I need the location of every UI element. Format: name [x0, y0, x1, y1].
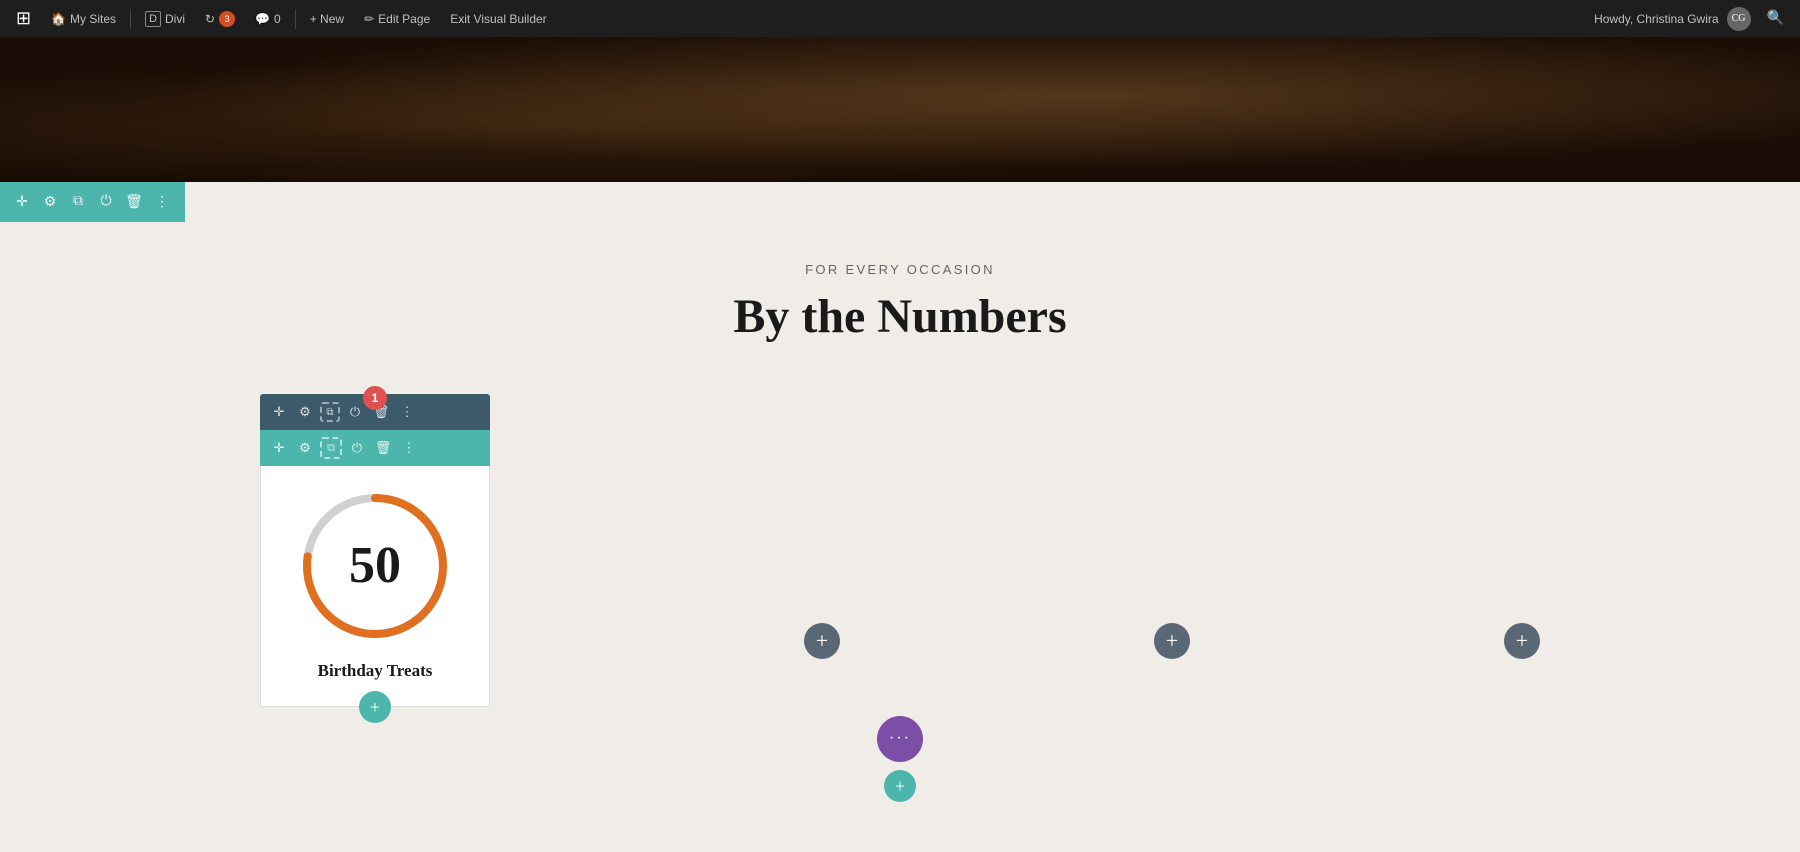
- section-more-icon[interactable]: ⋮: [150, 190, 174, 214]
- search-icon[interactable]: 🔍: [1759, 10, 1792, 27]
- module-disable-icon[interactable]: ⏻: [346, 437, 368, 459]
- wp-logo[interactable]: ⊞: [8, 0, 39, 37]
- module-more-icon[interactable]: ⋮: [398, 437, 420, 459]
- row-move-icon[interactable]: ✛: [268, 401, 290, 423]
- divi-menu[interactable]: D Divi: [137, 0, 193, 37]
- dots-icon: ···: [889, 730, 911, 748]
- wp-icon: ⊞: [16, 8, 31, 29]
- bottom-buttons: ··· +: [877, 716, 923, 802]
- hero-image: [0, 37, 1800, 182]
- circle-chart: 50: [295, 486, 455, 646]
- module-delete-icon[interactable]: 🗑: [372, 437, 394, 459]
- section-label: FOR EVERY OCCASION: [20, 262, 1780, 277]
- row-more-icon[interactable]: ⋮: [396, 401, 418, 423]
- section-title: By the Numbers: [20, 289, 1780, 344]
- admin-bar: ⊞ 🏠 My Sites D Divi ↻ 3 💬 0 + New ✏ Edit…: [0, 0, 1800, 37]
- col-add-btn-2[interactable]: +: [804, 623, 840, 659]
- section-disable-icon[interactable]: ⏻: [94, 190, 118, 214]
- row-toolbar: ✛ ⚙ ⧉ ⏻ 🗑 ⋮ 1: [260, 394, 490, 430]
- module-move-icon[interactable]: ✛: [268, 437, 290, 459]
- module-toolbar: ✛ ⚙ ⧉ ⏻ 🗑 ⋮: [260, 430, 490, 466]
- comments-menu[interactable]: 💬 0: [247, 0, 289, 37]
- hero-image-bg: [0, 37, 1800, 182]
- edit-page-label: Edit Page: [378, 12, 430, 26]
- purple-action-button[interactable]: ···: [877, 716, 923, 762]
- separator-2: [295, 9, 296, 29]
- main-content: FOR EVERY OCCASION By the Numbers ✛ ⚙ ⧉ …: [0, 222, 1800, 822]
- section-delete-icon[interactable]: 🗑: [122, 190, 146, 214]
- my-sites-label: My Sites: [70, 12, 116, 26]
- comments-icon: 💬: [255, 12, 270, 26]
- home-icon: 🏠: [51, 12, 66, 26]
- plus-icon: +: [895, 776, 905, 797]
- circle-number: 50: [349, 540, 401, 592]
- section-clone-icon[interactable]: ⧉: [66, 190, 90, 214]
- section-add-icon[interactable]: ✛: [10, 190, 34, 214]
- pencil-icon: ✏: [364, 12, 374, 26]
- user-greeting: Howdy, Christina Gwira: [1594, 12, 1718, 26]
- my-sites-menu[interactable]: 🏠 My Sites: [43, 0, 124, 37]
- section-toolbar: ✛ ⚙ ⧉ ⏻ 🗑 ⋮: [0, 182, 185, 222]
- exit-vb-label: Exit Visual Builder: [450, 12, 547, 26]
- updates-count: 3: [219, 11, 235, 27]
- new-menu[interactable]: + New: [302, 0, 352, 37]
- new-label: + New: [310, 12, 344, 26]
- row-clone-icon[interactable]: ⧉: [320, 402, 340, 422]
- teal-add-button[interactable]: +: [884, 770, 916, 802]
- divi-icon: D: [145, 11, 161, 27]
- updates-menu[interactable]: ↻ 3: [197, 0, 243, 37]
- avatar[interactable]: CG: [1727, 7, 1751, 31]
- module-card-column-1: ✛ ⚙ ⧉ ⏻ 🗑 ⋮ 1 ✛ ⚙ ⧉ ⏻ 🗑 ⋮: [260, 394, 490, 707]
- row-settings-icon[interactable]: ⚙: [294, 401, 316, 423]
- col-add-btn-4[interactable]: +: [1504, 623, 1540, 659]
- module-settings-icon[interactable]: ⚙: [294, 437, 316, 459]
- col-add-btn-3[interactable]: +: [1154, 623, 1190, 659]
- module-card-body: 50 Birthday Treats +: [260, 466, 490, 707]
- notification-badge: 1: [363, 386, 387, 410]
- divi-label: Divi: [165, 12, 185, 26]
- module-clone-icon[interactable]: ⧉: [320, 437, 342, 459]
- comments-count: 0: [274, 12, 281, 26]
- module-label: Birthday Treats: [318, 661, 433, 681]
- updates-icon: ↻: [205, 12, 215, 26]
- exit-vb-link[interactable]: Exit Visual Builder: [442, 0, 555, 37]
- section-settings-icon[interactable]: ⚙: [38, 190, 62, 214]
- columns-container: ✛ ⚙ ⧉ ⏻ 🗑 ⋮ 1 ✛ ⚙ ⧉ ⏻ 🗑 ⋮: [200, 394, 1600, 707]
- add-module-button[interactable]: +: [359, 691, 391, 723]
- row-disable-icon[interactable]: ⏻: [344, 401, 366, 423]
- edit-page-link[interactable]: ✏ Edit Page: [356, 0, 438, 37]
- separator-1: [130, 9, 131, 29]
- page-wrapper: ✛ ⚙ ⧉ ⏻ 🗑 ⋮ FOR EVERY OCCASION By the Nu…: [0, 0, 1800, 822]
- admin-bar-right: Howdy, Christina Gwira CG 🔍: [1594, 7, 1792, 31]
